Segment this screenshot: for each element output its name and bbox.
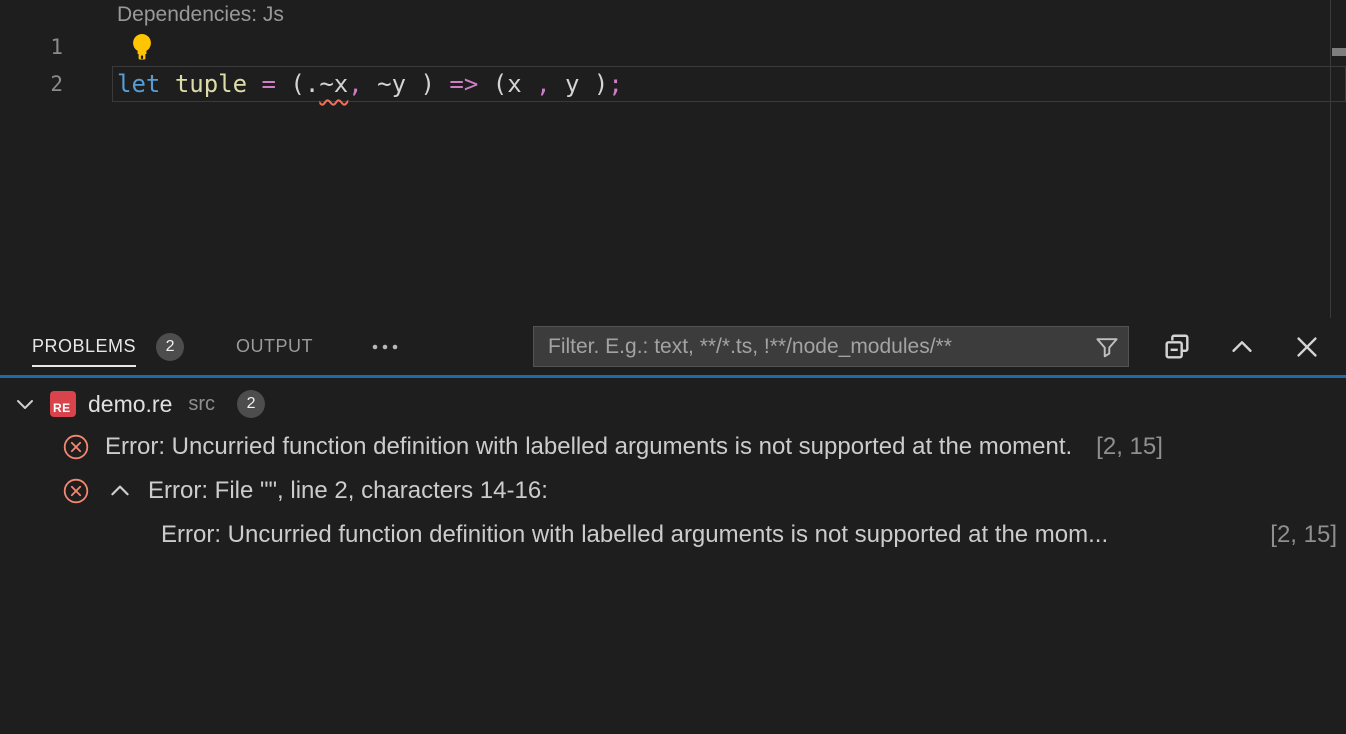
- lightbulb-icon[interactable]: [131, 33, 153, 61]
- error-icon: [62, 433, 90, 461]
- code-token: ~y ): [363, 70, 450, 98]
- tab-output[interactable]: OUTPUT: [236, 318, 313, 375]
- code-token-error-squiggle: ~x: [319, 70, 348, 98]
- editor-scrollbar-divider: [1330, 0, 1331, 318]
- problem-row[interactable]: Error: File "", line 2, characters 14-16…: [0, 469, 1346, 513]
- tab-problems[interactable]: PROBLEMS 2: [32, 318, 184, 375]
- problems-list: RE demo.re src 2 Error: Uncurried functi…: [0, 378, 1346, 734]
- problem-row[interactable]: Error: Uncurried function definition wit…: [0, 425, 1346, 469]
- file-name: demo.re: [88, 391, 172, 418]
- code-token: (x: [478, 70, 536, 98]
- file-path: src: [188, 393, 215, 416]
- code-token: (.: [276, 70, 319, 98]
- filter-input[interactable]: [534, 327, 1086, 366]
- close-icon[interactable]: [1288, 328, 1326, 366]
- chevron-up-icon[interactable]: [1223, 328, 1261, 366]
- code-editor[interactable]: Dependencies: Js 1 2 let tuple = (.~x, ~…: [0, 0, 1346, 318]
- problems-filter: [533, 326, 1129, 367]
- code-line-2[interactable]: let tuple = (.~x, ~y ) => (x , y );: [117, 67, 623, 101]
- chevron-up-icon[interactable]: [107, 478, 133, 504]
- code-token: =>: [449, 70, 478, 98]
- problems-file-row[interactable]: RE demo.re src 2: [0, 383, 1346, 425]
- code-token: y ): [551, 70, 609, 98]
- line-number-1: 1: [0, 30, 63, 65]
- funnel-icon[interactable]: [1086, 327, 1128, 366]
- code-token: tuple: [175, 70, 247, 98]
- line-number-2: 2: [0, 67, 63, 102]
- tab-output-label: OUTPUT: [236, 318, 313, 375]
- chevron-down-icon[interactable]: [12, 391, 38, 417]
- chrome-restore-icon[interactable]: [1158, 328, 1196, 366]
- problem-location: [2, 15]: [1270, 521, 1337, 549]
- problems-count-badge: 2: [156, 333, 184, 361]
- problem-message: Error: Uncurried function definition wit…: [105, 433, 1072, 461]
- problem-location: [2, 15]: [1096, 433, 1163, 461]
- file-problems-badge: 2: [237, 390, 265, 418]
- problem-message: Error: Uncurried function definition wit…: [161, 521, 1108, 549]
- problem-message: Error: File "", line 2, characters 14-16…: [148, 477, 548, 505]
- overview-ruler-cursor-marker: [1332, 48, 1346, 56]
- error-icon: [62, 477, 90, 505]
- panel-title-bar: PROBLEMS 2 OUTPUT: [0, 318, 1346, 375]
- code-token: let: [117, 70, 160, 98]
- more-actions-icon[interactable]: [364, 318, 406, 375]
- codelens-dependencies[interactable]: Dependencies: Js: [117, 3, 284, 27]
- problem-row[interactable]: Error: Uncurried function definition wit…: [0, 513, 1346, 557]
- reason-file-icon: RE: [50, 391, 76, 417]
- tab-problems-label: PROBLEMS: [32, 318, 136, 375]
- code-token: =: [262, 70, 276, 98]
